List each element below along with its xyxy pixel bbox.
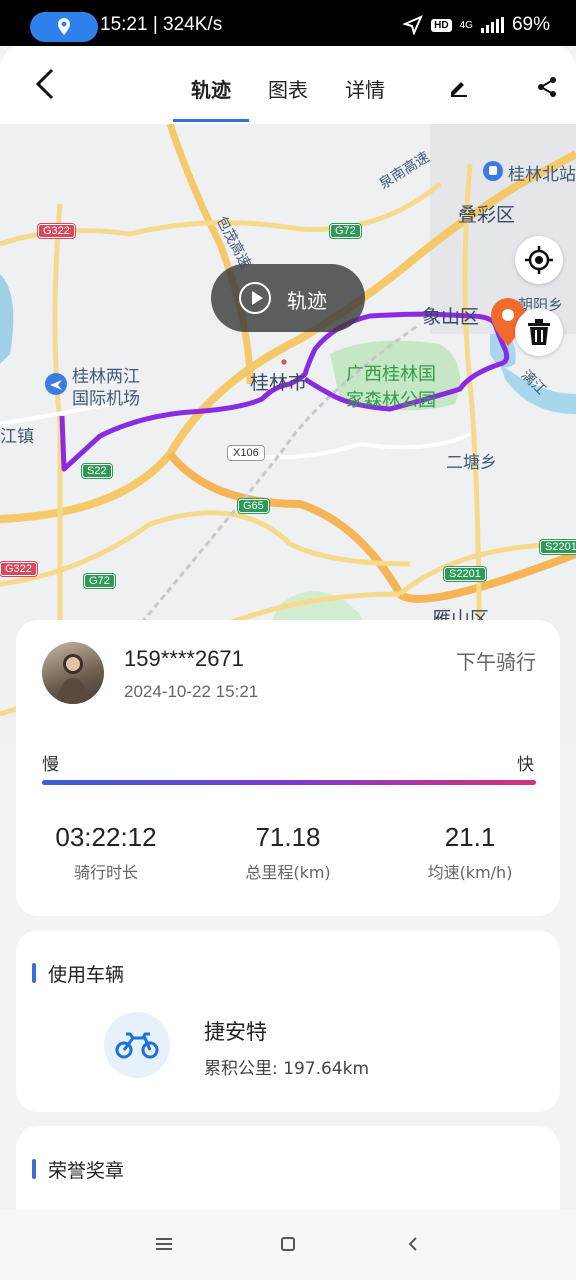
map-label-park-line2: 家森林公园	[346, 390, 436, 411]
stat-label: 均速(km/h)	[427, 863, 513, 882]
home-square-icon[interactable]	[280, 1236, 296, 1252]
road-tag: G72	[84, 574, 115, 588]
vehicle-card[interactable]: 使用车辆 捷安特 累积公里: 197.64km	[16, 930, 560, 1112]
app-header: 轨迹 图表 详情	[0, 46, 576, 124]
train-station-icon	[483, 161, 503, 181]
back-arrow-icon[interactable]	[30, 64, 64, 104]
stat-label: 骑行时长	[73, 863, 138, 882]
ride-summary-card: 159****2671 2024-10-22 15:21 下午骑行 慢 快 03…	[16, 620, 560, 916]
vehicle-section-title: 使用车辆	[31, 960, 124, 987]
play-icon	[239, 282, 271, 314]
share-icon[interactable]	[536, 76, 558, 98]
user-name: 159****2671	[124, 646, 244, 671]
road-tag: G65	[238, 499, 269, 513]
navigation-arrow-icon	[403, 15, 424, 35]
tab-chart[interactable]: 图表	[268, 74, 308, 103]
ride-date: 2024-10-22 15:21	[124, 682, 259, 701]
stat-value: 71.18	[255, 822, 321, 852]
stat-duration: 03:22:12 骑行时长	[16, 822, 196, 883]
bicycle-icon	[115, 1032, 159, 1059]
vehicle-total-distance: 累积公里: 197.64km	[204, 1059, 370, 1079]
system-nav-bar	[0, 1210, 576, 1280]
tab-track[interactable]: 轨迹	[191, 74, 231, 103]
road-tag: S2201	[540, 540, 576, 554]
location-indicator[interactable]	[30, 12, 98, 42]
speed-gradient-bar	[42, 780, 536, 785]
map-label-airport-line2: 国际机场	[72, 389, 140, 409]
stat-value: 03:22:12	[55, 822, 157, 852]
stat-label: 总里程(km)	[245, 863, 331, 882]
avatar[interactable]	[42, 642, 104, 704]
hd-icon: HD	[431, 18, 452, 32]
map-label-city: 桂林市	[250, 372, 308, 394]
battery-level: 69%	[511, 14, 550, 35]
stat-distance: 71.18 总里程(km)	[198, 822, 378, 883]
play-track-label: 轨迹	[287, 289, 327, 313]
tab-details[interactable]: 详情	[345, 74, 385, 103]
stat-value: 21.1	[444, 822, 496, 852]
road-tag: G322	[0, 562, 37, 576]
map-label-park-line1: 广西桂林国	[346, 364, 436, 385]
speed-slow-label: 慢	[42, 755, 59, 775]
active-tab-indicator	[173, 119, 249, 122]
status-time: 15:21 | 324K/s	[100, 14, 223, 35]
edit-pencil-icon[interactable]	[448, 76, 470, 98]
back-chevron-icon[interactable]	[406, 1236, 420, 1252]
play-track-button[interactable]: 轨迹	[211, 264, 365, 332]
status-icons: HD 4G 69%	[403, 14, 550, 36]
status-bar: 15:21 | 324K/s HD 4G 69%	[0, 0, 576, 46]
location-pin-icon	[58, 18, 70, 35]
airport-icon	[45, 373, 67, 395]
ride-type: 下午骑行	[456, 650, 536, 674]
road-tag: X106	[228, 446, 264, 460]
map-label-north-station: 桂林北站	[508, 165, 576, 185]
road-tag: S22	[82, 464, 112, 478]
stat-avg-speed: 21.1 均速(km/h)	[380, 822, 560, 883]
map-label-xiangshan: 象山区	[422, 306, 480, 328]
map-label-diecai: 叠彩区	[458, 204, 516, 226]
locate-crosshair-icon	[525, 246, 553, 274]
bike-icon-badge	[104, 1012, 170, 1078]
road-tag: G322	[38, 224, 75, 238]
road-tag: S2201	[444, 567, 486, 581]
honors-section-title: 荣誉奖章	[31, 1156, 124, 1183]
avatar-image	[56, 654, 90, 704]
delete-button[interactable]	[515, 308, 563, 356]
menu-icon[interactable]	[155, 1236, 173, 1252]
map-label-ertang: 二塘乡	[446, 453, 497, 473]
locate-button[interactable]	[515, 236, 563, 284]
vehicle-name: 捷安特	[204, 1020, 267, 1044]
speed-fast-label: 快	[517, 755, 534, 775]
road-tag: G72	[330, 224, 361, 238]
trash-icon	[528, 319, 550, 345]
network-type: 4G	[459, 19, 473, 31]
signal-icon	[480, 17, 504, 33]
map-label-jiang-zhen: 江镇	[0, 427, 34, 447]
